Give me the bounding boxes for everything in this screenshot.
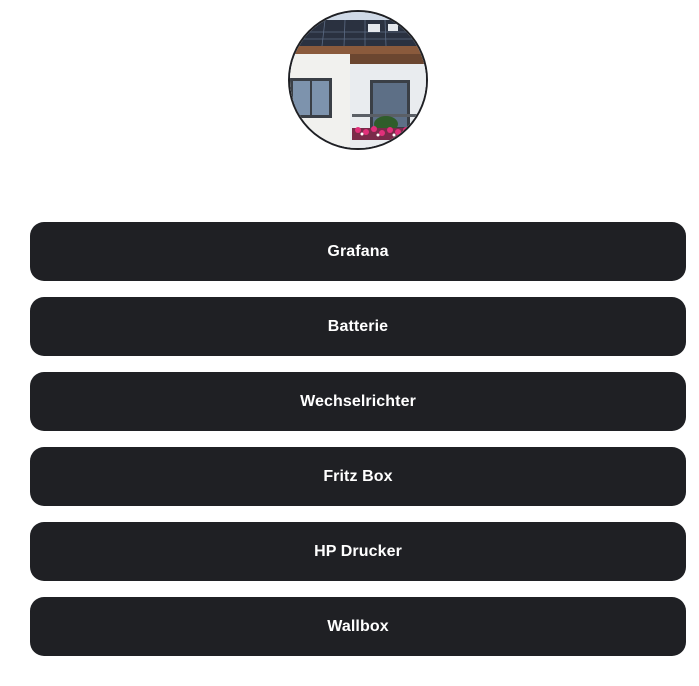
wechselrichter-link-button[interactable]: Wechselrichter — [30, 372, 686, 431]
wallbox-link-button[interactable]: Wallbox — [30, 597, 686, 656]
fritz-box-link-button[interactable]: Fritz Box — [30, 447, 686, 506]
hp-drucker-link-button[interactable]: HP Drucker — [30, 522, 686, 581]
avatar — [288, 10, 428, 150]
batterie-link-button[interactable]: Batterie — [30, 297, 686, 356]
link-list: Grafana Batterie Wechselrichter Fritz Bo… — [30, 222, 686, 672]
house-photo-icon — [290, 12, 426, 148]
grafana-link-button[interactable]: Grafana — [30, 222, 686, 281]
